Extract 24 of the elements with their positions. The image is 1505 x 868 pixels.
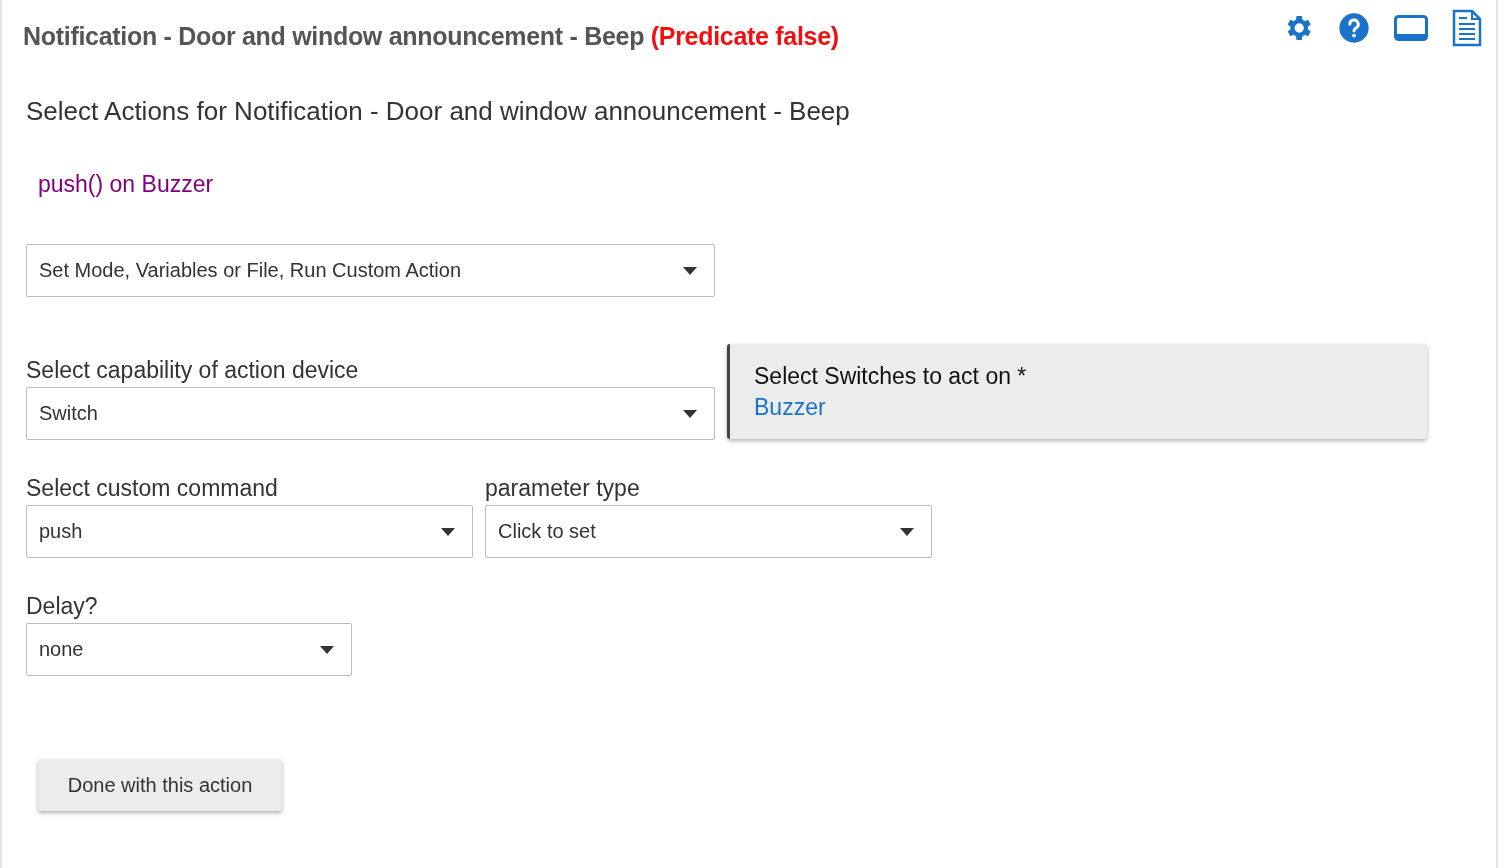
caret-icon: [441, 527, 455, 536]
page-title: Notification - Door and window announcement - Beep (Predicate false): [23, 22, 839, 52]
caret-icon: [683, 409, 697, 418]
help-icon[interactable]: [1338, 12, 1370, 44]
monitor-icon[interactable]: [1394, 15, 1428, 41]
caret-icon: [900, 527, 914, 536]
field-label: Delay?: [26, 592, 99, 621]
device-selector-card[interactable]: Select Switches to act on * Buzzer: [727, 344, 1427, 439]
command-dropdown[interactable]: push: [26, 505, 473, 558]
action-summary: push() on Buzzer: [38, 171, 215, 199]
section-heading: Select Actions for Notification - Door and window announcement - Beep: [26, 96, 851, 128]
caret-icon: [683, 266, 697, 275]
parameter-type-dropdown[interactable]: Click to set: [485, 505, 932, 558]
delay-dropdown[interactable]: none: [26, 623, 352, 676]
field-label: Select capability of action device: [26, 356, 360, 385]
field-label: parameter type: [485, 474, 641, 503]
caret-icon: [320, 645, 334, 654]
card-label: Select Switches to act on *: [754, 362, 1028, 390]
capability-dropdown[interactable]: Switch: [26, 387, 715, 440]
selected-device: Buzzer: [754, 393, 827, 421]
done-button[interactable]: Done with this action: [38, 759, 282, 811]
field-label: Select custom command: [26, 474, 279, 503]
document-icon[interactable]: [1452, 9, 1482, 47]
action-type-dropdown[interactable]: Set Mode, Variables or File, Run Custom Action: [26, 244, 715, 297]
